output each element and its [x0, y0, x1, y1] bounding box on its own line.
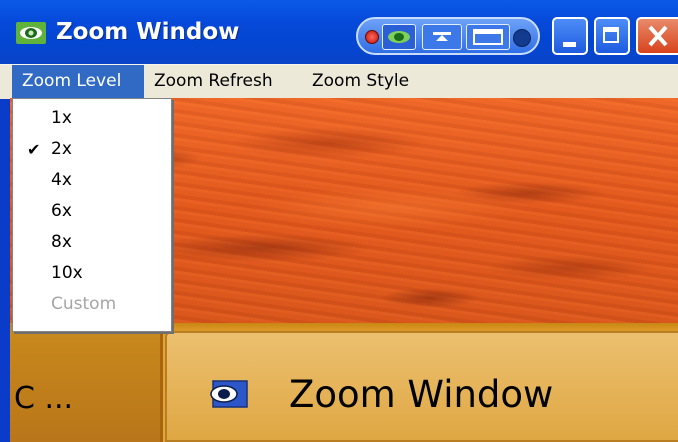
menu-item-10x[interactable]: 10x: [13, 258, 171, 289]
zoom-window: Zoom Window Zoom Level Zoom Refresh Zoom…: [0, 0, 678, 442]
close-icon: [648, 25, 668, 47]
nview-minimize-button[interactable]: [422, 24, 462, 50]
menu-item-custom: Custom: [13, 289, 171, 320]
maximize-button[interactable]: [594, 17, 630, 55]
minimize-icon: [563, 42, 576, 47]
menu-item-label: Custom: [51, 294, 117, 314]
menu-item-4x[interactable]: 4x: [13, 165, 171, 196]
menu-item-2x[interactable]: ✔ 2x: [13, 134, 171, 165]
menu-zoom-level[interactable]: Zoom Level: [12, 65, 144, 99]
nvidia-eye-icon: [210, 380, 248, 408]
close-button[interactable]: [636, 17, 678, 55]
collapse-icon: [433, 32, 451, 41]
minimize-button[interactable]: [552, 17, 588, 55]
nview-window-button[interactable]: [466, 24, 510, 50]
menu-item-label: 6x: [51, 201, 72, 221]
taskbar-left-text: C ...: [14, 381, 74, 416]
menu-item-label: 2x: [51, 139, 72, 159]
zoomed-taskbar: C ... Zoom Window: [10, 323, 678, 442]
taskbar-button-label: Zoom Window: [289, 373, 554, 416]
menu-item-8x[interactable]: 8x: [13, 227, 171, 258]
menu-zoom-refresh[interactable]: Zoom Refresh: [144, 65, 300, 99]
menu-item-1x[interactable]: 1x: [13, 103, 171, 134]
zoom-level-menu: 1x ✔ 2x 4x 6x 8x 10x Custom: [12, 98, 172, 332]
menu-item-label: 8x: [51, 232, 72, 252]
taskbar-zoom-window-button: Zoom Window: [165, 331, 678, 442]
gear-icon[interactable]: [513, 29, 531, 47]
menu-bar: Zoom Level Zoom Refresh Zoom Style: [0, 64, 678, 99]
window-title: Zoom Window: [56, 19, 240, 45]
menu-item-label: 1x: [51, 108, 72, 128]
taskbar-left-button: C ...: [10, 323, 163, 442]
title-bar[interactable]: Zoom Window: [0, 0, 678, 64]
menu-item-label: 10x: [51, 263, 83, 283]
menu-zoom-style[interactable]: Zoom Style: [302, 65, 434, 99]
check-icon: ✔: [27, 140, 41, 159]
window-icon: [473, 29, 503, 45]
nvidia-eye-icon: [388, 31, 410, 43]
record-icon[interactable]: [365, 30, 379, 44]
menu-item-6x[interactable]: 6x: [13, 196, 171, 227]
nview-toolbar[interactable]: [356, 17, 540, 55]
nview-eye-button[interactable]: [382, 24, 416, 50]
menu-item-label: 4x: [51, 170, 72, 190]
maximize-icon: [603, 27, 619, 43]
nvidia-eye-icon: [16, 22, 46, 44]
